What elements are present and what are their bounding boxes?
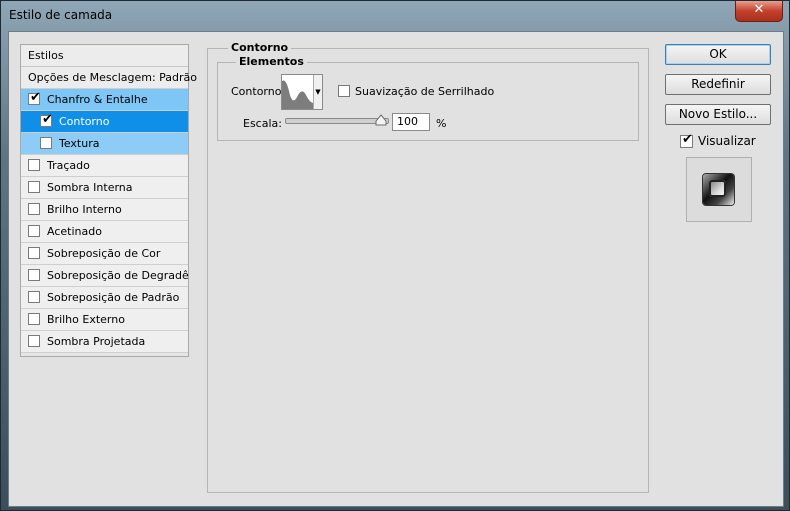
checkbox-texture[interactable] [40,137,52,149]
scale-label: Escala: [243,117,282,130]
scale-input[interactable]: 100 [392,113,430,131]
contour-group-title: Contorno [228,41,292,54]
scale-slider-handle[interactable] [375,114,387,126]
close-button[interactable]: ✕ [735,1,783,22]
style-item-label: Traçado [47,159,90,172]
style-item-label: Chanfro & Entalhe [47,93,148,106]
checkbox-inner-glow[interactable] [28,203,40,215]
checkbox-drop-shadow[interactable] [28,335,40,347]
styles-list: Estilos Opções de Mesclagem: Padrão ✔ Ch… [20,44,197,357]
style-item-label: Sombra Interna [47,181,133,194]
contour-label: Contorno: [231,85,286,98]
preview-checkbox[interactable]: ✔ [680,132,693,148]
style-item-label: Contorno [59,115,110,128]
style-item-stroke[interactable]: Traçado [21,155,188,177]
style-item-inner-shadow[interactable]: Sombra Interna [21,177,188,199]
style-item-texture[interactable]: Textura [21,133,188,155]
antialias-label[interactable]: Suavização de Serrilhado [355,85,494,98]
style-item-label: Brilho Interno [47,203,122,216]
checkbox-satin[interactable] [28,225,40,237]
dialog-client-area: Estilos Opções de Mesclagem: Padrão ✔ Ch… [8,31,784,507]
styles-header[interactable]: Estilos [21,45,188,67]
style-item-label: Sombra Projetada [47,335,146,348]
checkbox-gradient-overlay[interactable] [28,269,40,281]
style-item-label: Sobreposição de Cor [47,247,161,260]
checkbox-bevel-emboss[interactable]: ✔ [28,90,41,105]
style-preview-thumbnail [686,157,752,222]
checkbox-inner-shadow[interactable] [28,181,40,193]
style-item-inner-glow[interactable]: Brilho Interno [21,199,188,221]
title-bar[interactable]: Estilo de camada ✕ [1,1,789,31]
contour-picker[interactable]: ▼ [281,74,323,110]
checkmark-icon: ✔ [42,112,53,127]
style-item-gradient-overlay[interactable]: Sobreposição de Degradê [21,265,189,287]
style-item-pattern-overlay[interactable]: Sobreposição de Padrão [21,287,188,309]
checkbox-contour[interactable]: ✔ [40,112,53,127]
checkmark-icon: ✔ [682,132,693,147]
style-item-label: Sobreposição de Padrão [47,291,180,304]
checkbox-stroke[interactable] [28,159,40,171]
style-item-label: Sobreposição de Degradê [47,269,189,282]
checkmark-icon: ✔ [30,90,41,105]
style-item-label: Brilho Externo [47,313,125,326]
style-item-label: Textura [59,137,100,150]
antialias-checkbox[interactable] [338,85,350,97]
style-item-color-overlay[interactable]: Sobreposição de Cor [21,243,188,265]
checkbox-color-overlay[interactable] [28,247,40,259]
contour-curve-icon [282,75,313,109]
ok-button[interactable]: OK [665,44,771,65]
checkbox-pattern-overlay[interactable] [28,291,40,303]
new-style-button[interactable]: Novo Estilo... [665,104,771,125]
style-item-label: Acetinado [47,225,102,238]
checkbox-outer-glow[interactable] [28,313,40,325]
blend-options-item[interactable]: Opções de Mesclagem: Padrão [21,67,197,89]
style-item-drop-shadow[interactable]: Sombra Projetada [21,331,188,353]
reset-button[interactable]: Redefinir [665,74,771,95]
style-item-contour[interactable]: ✔ Contorno [21,111,188,133]
preview-label[interactable]: Visualizar [698,134,756,148]
layer-style-window: Estilo de camada ✕ Estilos Opções de Mes… [0,0,790,511]
elements-group-title: Elementos [236,55,307,68]
preview-swatch [703,174,734,205]
scale-slider[interactable] [285,118,389,124]
chevron-down-icon[interactable]: ▼ [313,75,322,109]
style-item-outer-glow[interactable]: Brilho Externo [21,309,188,331]
scale-unit: % [436,117,447,130]
window-title: Estilo de camada [9,8,113,22]
style-item-bevel-emboss[interactable]: ✔ Chanfro & Entalhe [21,89,188,111]
style-item-satin[interactable]: Acetinado [21,221,188,243]
